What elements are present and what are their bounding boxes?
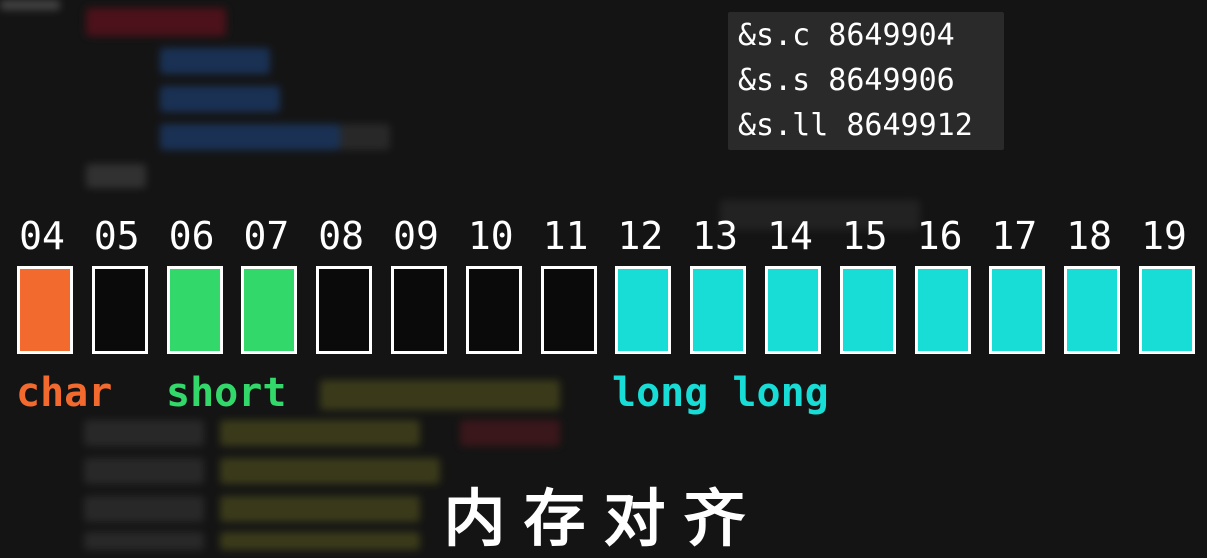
memory-cell	[465, 266, 522, 354]
char-type-label: char	[16, 370, 113, 416]
cell-address-label: 09	[393, 214, 439, 258]
cell-address-label: 08	[318, 214, 365, 258]
long-long-type-label: long long	[612, 370, 829, 416]
cell-address-label: 07	[243, 214, 290, 258]
address-panel: &s.c 8649904 &s.s 8649906 &s.ll 8649912	[728, 12, 1004, 150]
memory-cell	[615, 266, 672, 354]
address-line-ll: &s.ll 8649912	[738, 108, 973, 143]
memory-cell	[989, 266, 1046, 354]
memory-cell	[391, 266, 447, 354]
short-type-label: short	[166, 370, 287, 416]
memory-cell	[17, 266, 73, 354]
memory-cell	[839, 266, 896, 354]
memory-cell	[91, 266, 148, 354]
cell-address-label: 14	[767, 214, 813, 258]
cell-address-label: 18	[1066, 214, 1113, 258]
memory-cell	[690, 266, 747, 354]
address-line-c: &s.c 8649904	[738, 18, 955, 53]
memory-cell	[166, 266, 223, 354]
cell-address-label: 06	[168, 214, 215, 258]
cell-address-label: 04	[19, 214, 65, 258]
cell-address-label: 17	[991, 214, 1038, 258]
memory-cell	[765, 266, 821, 354]
cell-address-label: 13	[692, 214, 739, 258]
memory-cell	[316, 266, 373, 354]
caption-title: 内存对齐	[443, 482, 764, 555]
memory-cell	[241, 266, 298, 354]
cell-address-label: 11	[542, 214, 589, 258]
memory-cell	[1064, 266, 1121, 354]
address-line-s: &s.s 8649906	[738, 63, 955, 98]
cell-address-label: 16	[916, 214, 963, 258]
cell-address-label: 12	[617, 214, 664, 258]
cell-address-label: 19	[1141, 214, 1187, 258]
cell-address-label: 05	[93, 214, 140, 258]
cell-address-label: 10	[467, 214, 514, 258]
memory-cell	[1139, 266, 1195, 354]
memory-cell	[914, 266, 971, 354]
cell-address-label: 15	[841, 214, 888, 258]
memory-cell	[540, 266, 597, 354]
